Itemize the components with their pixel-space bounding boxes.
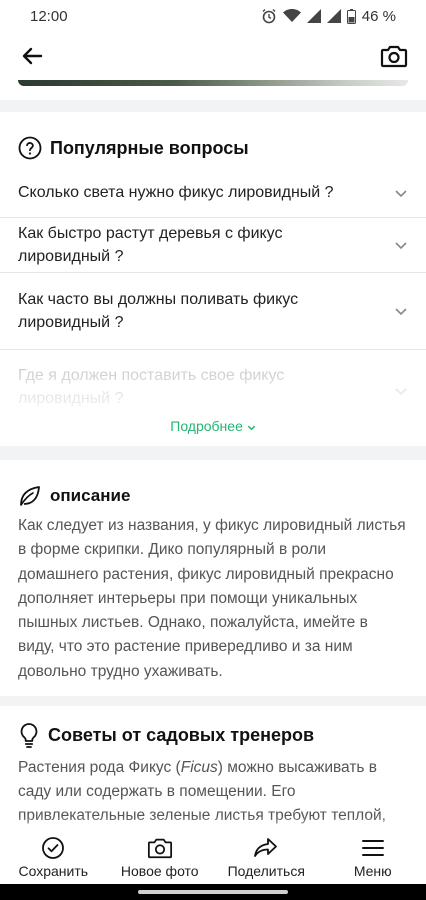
nav-new-photo-label: Новое фото [120,863,199,879]
nav-new-photo[interactable]: Новое фото [107,832,214,884]
plant-photo-edge [18,80,408,86]
nav-share-label: Поделиться [227,863,305,879]
faq-question: Как часто вы должны поливать фикус лиров… [18,291,299,331]
signal-icon-2 [326,9,341,23]
camera-button[interactable] [378,40,410,72]
top-app-bar [0,32,426,80]
description-title: описание [18,484,130,508]
faq-question: Сколько света нужно фикус лировидный ? [18,184,334,201]
status-bar: 12:00 46 % [0,0,426,32]
status-time: 12:00 [30,7,68,25]
nav-menu[interactable]: Меню [320,832,426,884]
faq-question: Где я должен поставить свое фикус лирови… [18,367,285,407]
camera-icon [380,45,408,68]
nav-save-label: Сохранить [18,863,89,879]
nav-share[interactable]: Поделиться [213,832,320,884]
lightbulb-icon [20,723,38,748]
camera-icon [147,838,172,859]
home-indicator[interactable] [138,890,288,894]
description-section: описание Как следует из названия, у фику… [0,460,426,696]
tips-title-text: Советы от садовых тренеров [48,724,315,745]
tips-text-genus: Ficus [180,759,218,776]
section-divider [0,100,426,112]
question-circle-icon [18,136,42,160]
tips-title: Советы от садовых тренеров [18,722,314,748]
check-circle-icon [42,837,65,859]
faq-item[interactable]: Сколько света нужно фикус лировидный ? [0,168,426,218]
tips-text-start: Растения рода Фикус ( [18,759,181,776]
nav-save[interactable]: Сохранить [0,832,107,884]
chevron-down-icon [247,425,255,431]
signal-icon [306,9,321,23]
faq-title: Популярные вопросы [18,136,249,160]
more-link[interactable]: Подробнее [0,418,426,434]
battery-icon [346,8,356,24]
chevron-down-icon [395,388,407,396]
description-title-text: описание [50,486,131,505]
nav-menu-label: Меню [353,863,392,879]
section-divider [0,696,426,706]
gesture-bar [0,884,426,900]
more-link-label: Подробнее [170,418,243,434]
battery-percent: 46 % [361,7,396,25]
chevron-down-icon [395,189,407,197]
faq-section: Популярные вопросы Сколько света нужно ф… [0,112,426,446]
menu-icon [361,840,384,856]
tips-section: Советы от садовых тренеров Растения рода… [0,706,426,836]
leaf-icon [20,486,40,506]
description-text: Как следует из названия, у фикус лировид… [18,517,406,680]
faq-item[interactable]: Как часто вы должны поливать фикус лиров… [0,273,426,350]
faq-item[interactable]: Как быстро растут деревья с фикус лирови… [0,218,426,273]
faq-item[interactable]: Где я должен поставить свое фикус лирови… [0,350,426,410]
section-divider [0,446,426,460]
share-icon [254,838,278,857]
back-button[interactable] [16,40,48,72]
wifi-icon [282,9,301,22]
status-icons: 46 % [261,8,396,25]
faq-title-text: Популярные вопросы [50,137,249,158]
alarm-icon [262,9,276,24]
bottom-nav: Сохранить Новое фото Поделиться Меню [0,832,426,884]
chevron-down-icon [395,242,407,250]
faq-question: Как быстро растут деревья с фикус лирови… [18,225,283,265]
arrow-left-icon [22,47,43,65]
chevron-down-icon [395,308,407,316]
